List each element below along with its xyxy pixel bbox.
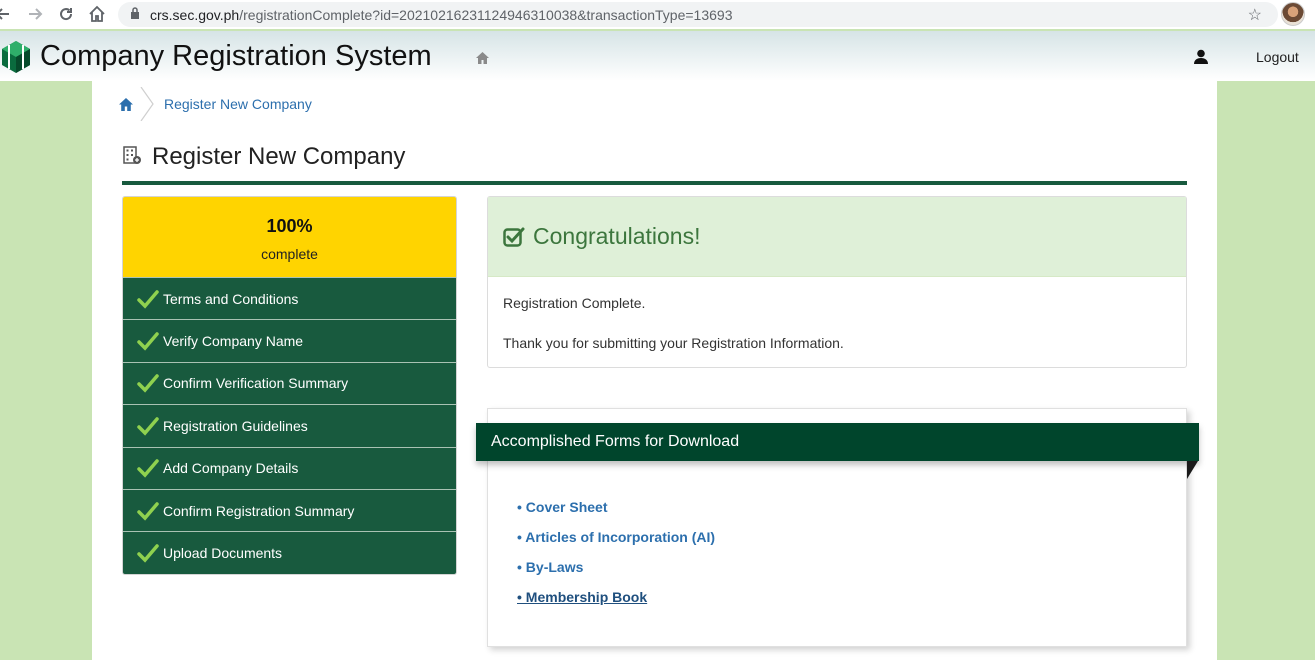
step-confirm-verification-summary[interactable]: Confirm Verification Summary — [123, 361, 456, 405]
step-add-company-details[interactable]: Add Company Details — [123, 446, 456, 489]
checkmark-icon — [137, 289, 159, 309]
app-header: Company Registration System Logout — [0, 31, 1315, 81]
home-icon[interactable] — [86, 3, 108, 25]
user-icon[interactable] — [1193, 49, 1209, 69]
page-title: Register New Company — [152, 143, 406, 170]
congratulations-header: Congratulations! — [488, 197, 1186, 277]
checkmark-icon — [137, 459, 159, 478]
building-icon — [122, 145, 142, 170]
forms-download-panel: Accomplished Forms for Download • Cover … — [476, 408, 1199, 647]
breadcrumb-separator — [140, 87, 154, 121]
progress-label: complete — [261, 246, 318, 262]
step-registration-guidelines[interactable]: Registration Guidelines — [123, 404, 456, 447]
step-confirm-registration-summary[interactable]: Confirm Registration Summary — [123, 488, 456, 532]
step-upload-documents[interactable]: Upload Documents — [123, 531, 456, 574]
progress-indicator: 100% complete — [123, 197, 456, 277]
congratulations-panel: Congratulations! Registration Complete. … — [487, 196, 1187, 368]
sec-logo-icon — [2, 41, 30, 73]
main-content: Register New Company Register New Compan… — [92, 81, 1217, 660]
checkmark-icon — [137, 332, 159, 351]
reload-icon[interactable] — [55, 3, 77, 25]
forward-arrow-icon[interactable] — [24, 3, 46, 25]
checkmark-icon — [137, 374, 159, 394]
form-links-list: • Cover Sheet • Articles of Incorporatio… — [517, 499, 715, 619]
app-title: Company Registration System — [40, 40, 432, 72]
check-square-icon — [503, 227, 525, 247]
page-header: Register New Company — [122, 143, 405, 171]
breadcrumb: Register New Company — [118, 87, 312, 121]
registration-complete-text: Registration Complete. — [503, 295, 646, 311]
home-icon[interactable] — [475, 51, 490, 70]
address-bar[interactable]: crs.sec.gov.ph/registrationComplete?id=2… — [118, 2, 1278, 27]
by-laws-link[interactable]: • By-Laws — [517, 559, 715, 589]
browser-toolbar: crs.sec.gov.ph/registrationComplete?id=2… — [0, 0, 1315, 29]
title-divider — [122, 181, 1187, 185]
checkmark-icon — [137, 544, 159, 563]
thank-you-text: Thank you for submitting your Registrati… — [503, 335, 844, 351]
step-terms-and-conditions[interactable]: Terms and Conditions — [123, 277, 456, 320]
congratulations-title: Congratulations! — [533, 223, 701, 249]
registration-steps: 100% complete Terms and Conditions Verif… — [122, 196, 457, 575]
breadcrumb-home-icon[interactable] — [118, 97, 134, 112]
url-text: crs.sec.gov.ph/registrationComplete?id=2… — [150, 6, 733, 23]
back-arrow-icon[interactable] — [0, 3, 14, 25]
checkmark-icon — [137, 417, 159, 436]
breadcrumb-register-new-company[interactable]: Register New Company — [164, 96, 312, 112]
checkmark-icon — [137, 501, 159, 521]
cover-sheet-link[interactable]: • Cover Sheet — [517, 499, 715, 529]
membership-book-link[interactable]: • Membership Book — [517, 589, 715, 619]
forms-ribbon-heading: Accomplished Forms for Download — [476, 423, 1199, 461]
step-verify-company-name[interactable]: Verify Company Name — [123, 319, 456, 362]
ribbon-fold — [1187, 461, 1198, 479]
profile-avatar[interactable] — [1281, 2, 1305, 26]
bookmark-star-icon[interactable]: ☆ — [1248, 5, 1262, 25]
articles-of-incorporation-link[interactable]: • Articles of Incorporation (AI) — [517, 529, 715, 559]
lock-icon — [130, 6, 140, 24]
logout-link[interactable]: Logout — [1256, 49, 1299, 65]
progress-percent: 100% — [266, 216, 313, 236]
congratulations-body: Registration Complete. Thank you for sub… — [488, 277, 1186, 369]
